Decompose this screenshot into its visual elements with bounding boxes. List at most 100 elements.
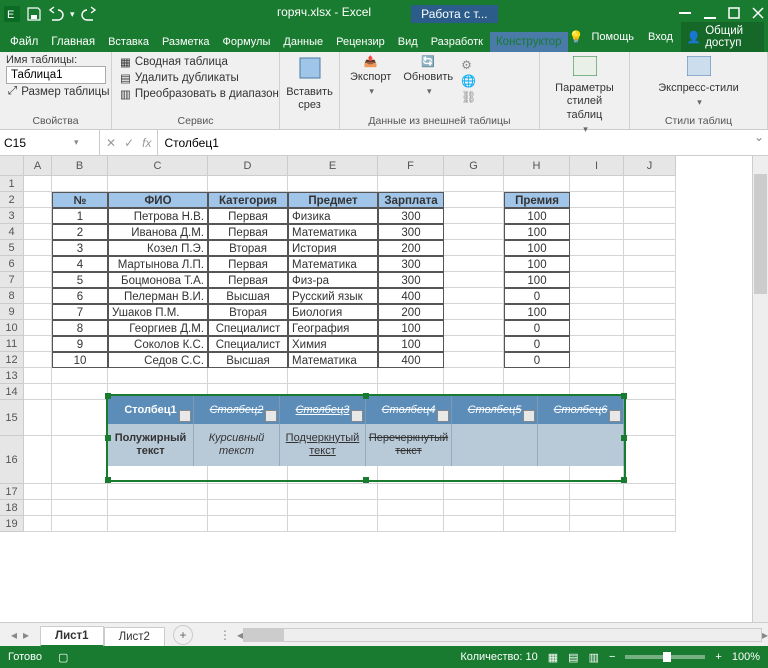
select-all-corner[interactable] [0, 156, 24, 176]
cell[interactable]: 0 [504, 352, 570, 368]
cell[interactable] [570, 484, 624, 500]
fx-icon[interactable]: fx [142, 136, 151, 150]
cell[interactable] [24, 336, 52, 352]
row-header[interactable]: 8 [0, 288, 24, 304]
cell[interactable] [444, 176, 504, 192]
table-cell[interactable] [538, 424, 624, 466]
cell[interactable] [624, 240, 676, 256]
cell[interactable] [624, 304, 676, 320]
cell[interactable]: № [52, 192, 108, 208]
column-header[interactable]: I [570, 156, 624, 176]
row-header[interactable]: 18 [0, 500, 24, 516]
row-header[interactable]: 16 [0, 436, 24, 484]
cell[interactable]: Специалист [208, 336, 288, 352]
row-header[interactable]: 11 [0, 336, 24, 352]
cell[interactable] [444, 320, 504, 336]
cell[interactable]: Козел П.Э. [108, 240, 208, 256]
share-button[interactable]: 👤Общий доступ [681, 22, 764, 52]
row-header[interactable]: 14 [0, 384, 24, 400]
cell[interactable] [624, 272, 676, 288]
cell[interactable] [444, 224, 504, 240]
macro-record-icon[interactable]: ▢ [58, 651, 68, 664]
cell[interactable] [24, 192, 52, 208]
row-header[interactable]: 5 [0, 240, 24, 256]
cell[interactable] [24, 272, 52, 288]
cell[interactable]: Вторая [208, 240, 288, 256]
column-header[interactable]: B [52, 156, 108, 176]
resize-table-button[interactable]: ⤢Размер таблицы [6, 84, 105, 99]
quick-styles-button[interactable]: Экспресс-стили [636, 54, 761, 110]
cell[interactable]: 100 [504, 304, 570, 320]
cell[interactable] [208, 500, 288, 516]
cell[interactable] [570, 224, 624, 240]
cell[interactable] [108, 176, 208, 192]
worksheet-grid[interactable]: ABCDEFGHIJ 12345678910111213141516171819… [0, 156, 768, 622]
cell[interactable] [444, 192, 504, 208]
cell[interactable]: Премия [504, 192, 570, 208]
cell[interactable] [24, 320, 52, 336]
cell[interactable]: 10 [52, 352, 108, 368]
cell[interactable] [624, 352, 676, 368]
cell[interactable] [504, 516, 570, 532]
table-column-header[interactable]: Столбец1 [108, 396, 194, 424]
cell[interactable]: 300 [378, 272, 444, 288]
cell[interactable]: 1 [52, 208, 108, 224]
tab-layout[interactable]: Разметка [156, 32, 216, 52]
sheet-tab-2[interactable]: Лист2 [104, 627, 165, 646]
ribbon-options-icon[interactable] [678, 6, 692, 23]
cell[interactable] [570, 208, 624, 224]
cell[interactable]: История [288, 240, 378, 256]
save-icon[interactable] [26, 6, 42, 22]
cell[interactable]: 2 [52, 224, 108, 240]
cell[interactable] [52, 484, 108, 500]
cell[interactable] [444, 272, 504, 288]
cell[interactable]: 300 [378, 256, 444, 272]
zoom-out-icon[interactable]: − [609, 651, 615, 663]
selected-table[interactable]: Столбец1Столбец2Столбец3Столбец4Столбец5… [108, 396, 624, 480]
cell[interactable]: Первая [208, 208, 288, 224]
cell[interactable]: 100 [504, 224, 570, 240]
cell[interactable] [24, 352, 52, 368]
table-style-options-button[interactable]: Параметры стилей таблиц [546, 54, 623, 137]
column-header[interactable]: G [444, 156, 504, 176]
cell[interactable]: Физика [288, 208, 378, 224]
cell[interactable] [624, 208, 676, 224]
cell[interactable]: Математика [288, 352, 378, 368]
table-column-header[interactable]: Столбец5 [452, 396, 538, 424]
cell[interactable] [444, 304, 504, 320]
formula-input[interactable] [164, 136, 744, 150]
cell[interactable]: Физ-ра [288, 272, 378, 288]
expand-formula-icon[interactable]: ⌄ [750, 130, 768, 155]
row-header[interactable]: 1 [0, 176, 24, 192]
cell[interactable]: 100 [504, 240, 570, 256]
cell[interactable] [52, 176, 108, 192]
cell[interactable]: 5 [52, 272, 108, 288]
cell[interactable]: Иванова Д.М. [108, 224, 208, 240]
cell[interactable] [570, 516, 624, 532]
cell[interactable]: 9 [52, 336, 108, 352]
cell[interactable]: 100 [378, 336, 444, 352]
name-box-input[interactable] [4, 136, 74, 150]
table-cell[interactable]: Полужирный текст [108, 424, 194, 466]
cell[interactable] [624, 256, 676, 272]
cell[interactable]: Высшая [208, 288, 288, 304]
cell[interactable]: Русский язык [288, 288, 378, 304]
cell[interactable] [52, 384, 108, 400]
cancel-formula-icon[interactable]: ✕ [106, 136, 116, 150]
cell[interactable] [208, 176, 288, 192]
undo-icon[interactable] [48, 6, 64, 22]
cell[interactable] [378, 516, 444, 532]
cell[interactable]: Георгиев Д.М. [108, 320, 208, 336]
insert-slicer-button[interactable]: Вставить срез [286, 54, 333, 115]
cell[interactable] [624, 176, 676, 192]
cell[interactable]: 100 [378, 320, 444, 336]
filter-dropdown-icon[interactable] [179, 410, 191, 422]
cell[interactable] [570, 256, 624, 272]
cell[interactable]: 8 [52, 320, 108, 336]
table-column-header[interactable]: Столбец2 [194, 396, 280, 424]
cell[interactable] [24, 436, 52, 484]
row-header[interactable]: 6 [0, 256, 24, 272]
export-button[interactable]: 📤Экспорт [346, 54, 395, 99]
table-column-header[interactable]: Столбец3 [280, 396, 366, 424]
table-name-input[interactable] [6, 66, 106, 84]
